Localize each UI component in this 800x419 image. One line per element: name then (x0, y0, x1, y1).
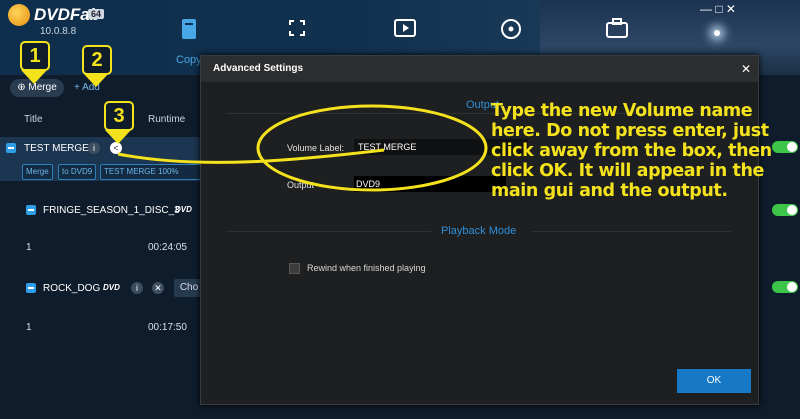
step-2-badge: 2 (82, 45, 112, 75)
annotation-ellipse (256, 104, 488, 192)
arrow-down-icon (83, 73, 109, 87)
arrow-down-icon (21, 70, 47, 84)
step-3-badge: 3 (104, 101, 134, 131)
arrow-down-icon (105, 130, 131, 144)
annotation-text: Type the new Volume name here. Do not pr… (491, 101, 772, 201)
step-1-badge: 1 (20, 41, 50, 71)
annotation-overlay (117, 104, 488, 192)
annotation-connector (117, 148, 385, 164)
